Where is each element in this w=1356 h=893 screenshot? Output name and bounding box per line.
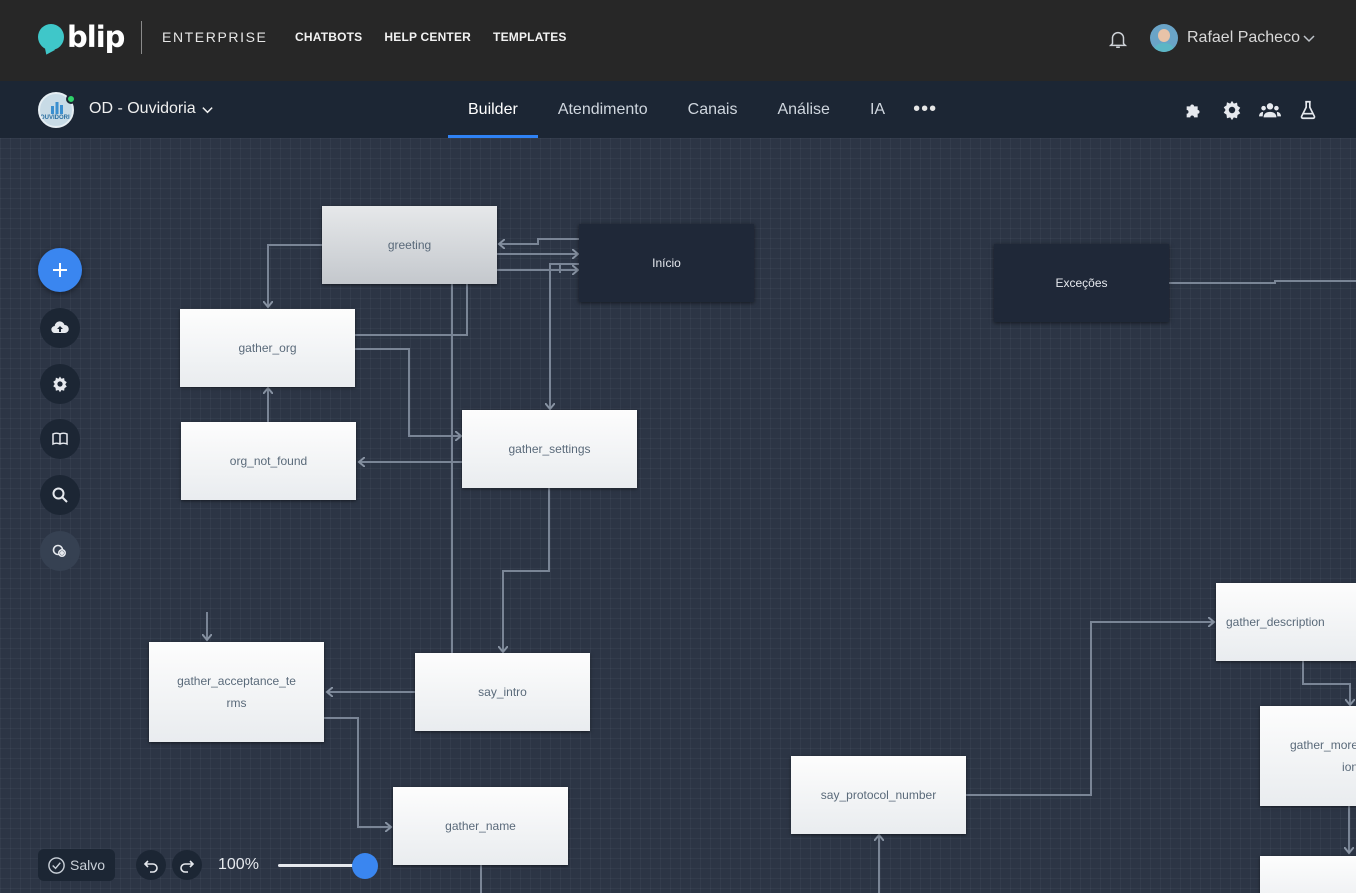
bot-name[interactable]: OD - Ouvidoria bbox=[89, 100, 196, 118]
saved-status: Salvo bbox=[38, 849, 115, 881]
node-say-protocol-number[interactable]: say_protocol_number bbox=[791, 756, 966, 834]
gear-icon bbox=[53, 376, 67, 393]
undo-button[interactable] bbox=[136, 850, 166, 880]
zoom-slider-knob[interactable] bbox=[352, 853, 378, 879]
add-icon bbox=[53, 263, 67, 277]
docs-button[interactable] bbox=[40, 419, 80, 459]
nav-help-center[interactable]: HELP CENTER bbox=[384, 30, 471, 44]
tab-builder[interactable]: Builder bbox=[448, 81, 538, 138]
puzzle-icon[interactable] bbox=[1183, 99, 1205, 121]
undo-icon bbox=[143, 860, 158, 873]
tab-analise[interactable]: Análise bbox=[757, 81, 849, 138]
redo-icon bbox=[180, 860, 195, 873]
redo-button[interactable] bbox=[172, 850, 202, 880]
node-greeting[interactable]: greeting bbox=[322, 206, 497, 284]
check-circle-icon bbox=[48, 856, 65, 874]
node-gather-more[interactable]: gather_more ion bbox=[1260, 706, 1356, 806]
node-gather-settings[interactable]: gather_settings bbox=[462, 410, 637, 488]
logo-bubble-icon bbox=[38, 24, 64, 50]
bot-logo-icon bbox=[51, 102, 63, 114]
node-gather-description[interactable]: gather_description bbox=[1216, 583, 1356, 661]
cloud-upload-icon bbox=[51, 321, 69, 334]
bot-chevron-down-icon[interactable] bbox=[201, 103, 214, 116]
tab-ia[interactable]: IA bbox=[850, 81, 905, 138]
flask-icon[interactable] bbox=[1297, 99, 1319, 121]
settings-button[interactable] bbox=[40, 364, 80, 404]
bell-icon[interactable] bbox=[1107, 28, 1129, 50]
chevron-down-icon[interactable] bbox=[1302, 31, 1316, 45]
user-name[interactable]: Rafael Pacheco bbox=[1187, 29, 1300, 47]
top-bar: blip ENTERPRISE CHATBOTS HELP CENTER TEM… bbox=[0, 0, 1356, 81]
blip-logo[interactable]: blip bbox=[38, 20, 125, 54]
node-gather-acceptance-terms[interactable]: gather_acceptance_te rms bbox=[149, 642, 324, 742]
logo-text: blip bbox=[67, 20, 125, 54]
saved-label: Salvo bbox=[70, 857, 106, 873]
node-inicio[interactable]: Início bbox=[579, 224, 754, 302]
upload-button[interactable] bbox=[40, 308, 80, 348]
nav-chatbots[interactable]: CHATBOTS bbox=[295, 30, 362, 44]
flow-canvas[interactable]: greeting Início Exceções gather_org org_… bbox=[0, 138, 1356, 893]
node-say-intro[interactable]: say_intro bbox=[415, 653, 590, 731]
more-tabs-button[interactable]: ••• bbox=[905, 81, 945, 138]
node-gather-org[interactable]: gather_org bbox=[180, 309, 355, 387]
logo-divider bbox=[141, 21, 142, 54]
user-avatar[interactable] bbox=[1150, 24, 1178, 52]
tab-canais[interactable]: Canais bbox=[668, 81, 758, 138]
gear-icon[interactable] bbox=[1221, 99, 1243, 121]
main-tabs: Builder Atendimento Canais Análise IA ••… bbox=[448, 81, 945, 138]
node-partial[interactable] bbox=[1260, 856, 1356, 893]
bot-actions bbox=[1183, 99, 1319, 121]
zoom-label: 100% bbox=[218, 856, 259, 873]
add-block-button[interactable] bbox=[38, 248, 82, 292]
bot-bar: OUVIDORIA OD - Ouvidoria Builder Atendim… bbox=[0, 81, 1356, 138]
search-button[interactable] bbox=[40, 475, 80, 515]
book-icon bbox=[52, 432, 68, 446]
nav-templates[interactable]: TEMPLATES bbox=[493, 30, 567, 44]
search-icon bbox=[52, 487, 68, 503]
global-actions-button[interactable] bbox=[40, 531, 80, 571]
settings-cycle-icon bbox=[52, 544, 67, 558]
bot-avatar-text: OUVIDORIA bbox=[40, 115, 74, 121]
users-icon[interactable] bbox=[1259, 99, 1281, 121]
product-label: ENTERPRISE bbox=[162, 29, 268, 45]
top-nav: CHATBOTS HELP CENTER TEMPLATES bbox=[295, 30, 589, 44]
node-excecoes[interactable]: Exceções bbox=[994, 244, 1169, 322]
node-org-not-found[interactable]: org_not_found bbox=[181, 422, 356, 500]
online-status-icon bbox=[66, 94, 76, 104]
node-gather-name[interactable]: gather_name bbox=[393, 787, 568, 865]
tab-atendimento[interactable]: Atendimento bbox=[538, 81, 668, 138]
